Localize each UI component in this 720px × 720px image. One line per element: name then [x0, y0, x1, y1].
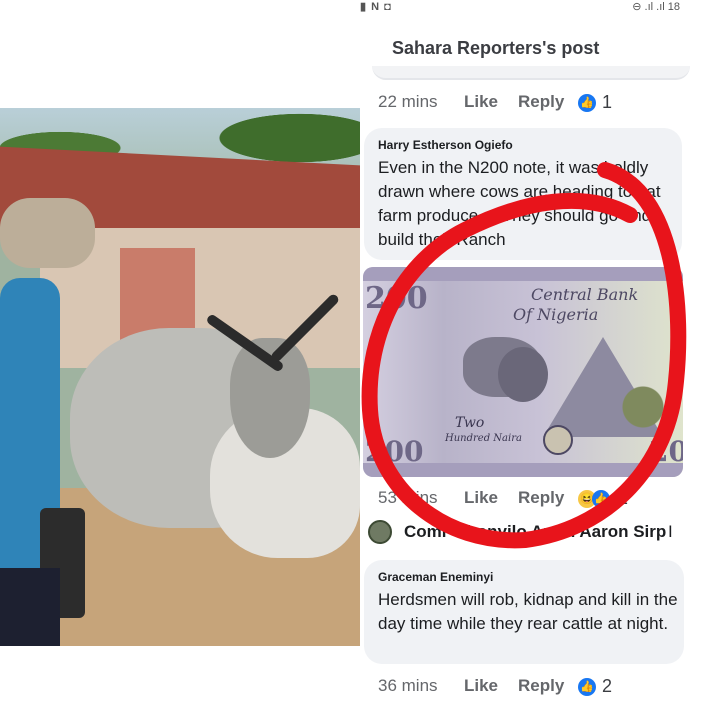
banknote-words: Hundred Naira — [445, 433, 522, 444]
avatar[interactable] — [368, 520, 392, 544]
banknote-denomination: 200 — [649, 435, 683, 468]
banknote-coat-of-arms — [543, 425, 573, 455]
cattle-photo — [0, 108, 360, 646]
page-title: Sahara Reporters's post — [392, 38, 600, 58]
reply-button[interactable]: Reply — [518, 676, 564, 696]
comment-time: 36 mins — [378, 676, 438, 695]
comment-meta-row: 36 mins Like Reply 👍 2 — [378, 676, 698, 700]
comment-text: Herdsmen will rob, kidnap and kill in th… — [378, 590, 678, 633]
banknote-edge — [363, 267, 683, 281]
banknote-image[interactable]: 200 200 200 Central Bank Of Nigeria Two … — [363, 267, 683, 477]
previous-comment-bubble-end — [372, 66, 690, 80]
like-icon[interactable]: 👍 — [578, 678, 596, 696]
like-button[interactable]: Like — [464, 92, 498, 112]
reply-button[interactable]: Reply — [518, 92, 564, 112]
comment-author[interactable]: Harry Estherson Ogiefo — [378, 138, 513, 152]
banknote-words: Two — [455, 415, 485, 431]
comment-bubble: Harry Estherson Ogiefo Even in the N200 … — [364, 128, 682, 260]
reaction-count: 1 — [602, 92, 613, 112]
banknote-produce — [603, 377, 683, 437]
status-left-icons: ▮ N ◘ — [360, 1, 392, 13]
status-bar: ▮ N ◘ ⊖ .ıl .ıl 18 — [360, 0, 720, 14]
comment-time: 53 mins — [378, 488, 438, 507]
comment-author[interactable]: Graceman Eneminyi — [378, 570, 493, 584]
banknote-cow — [498, 347, 548, 402]
like-icon[interactable]: 👍 — [592, 490, 610, 508]
photo-bundle — [0, 198, 95, 268]
reply-button[interactable]: Reply — [518, 488, 564, 508]
comment-bubble: Graceman Eneminyi Herdsmen will rob, kid… — [364, 560, 684, 664]
status-right-icons: ⊖ .ıl .ıl 18 — [632, 1, 680, 13]
like-button[interactable]: Like — [464, 488, 498, 508]
reply-more: I — [668, 522, 673, 541]
banknote-denomination: 200 — [365, 435, 424, 468]
reaction-count: 2 — [602, 676, 613, 696]
banknote-denomination: 200 — [365, 281, 428, 316]
banknote-bank-country: Of Nigeria — [513, 305, 599, 324]
like-icon[interactable]: 👍 — [578, 94, 596, 112]
comment-meta-row: 53 mins Like Reply 😆 👍 2 — [378, 488, 698, 512]
comment-meta-row: 22 mins Like Reply 👍 1 — [378, 92, 698, 116]
like-button[interactable]: Like — [464, 676, 498, 696]
reply-preview-row[interactable]: Comr Obonyilo Arom Aaron Sirp I — [368, 518, 708, 548]
comment-time: 22 mins — [378, 92, 438, 111]
reply-author[interactable]: Comr Obonyilo Arom Aaron Sirp — [404, 522, 666, 542]
comment-text: Even in the N200 note, it was boldly dra… — [378, 158, 661, 249]
reaction-count: 2 — [618, 488, 629, 508]
photo-herder-legs — [0, 568, 60, 646]
banknote-bank-name: Central Bank — [531, 285, 639, 304]
